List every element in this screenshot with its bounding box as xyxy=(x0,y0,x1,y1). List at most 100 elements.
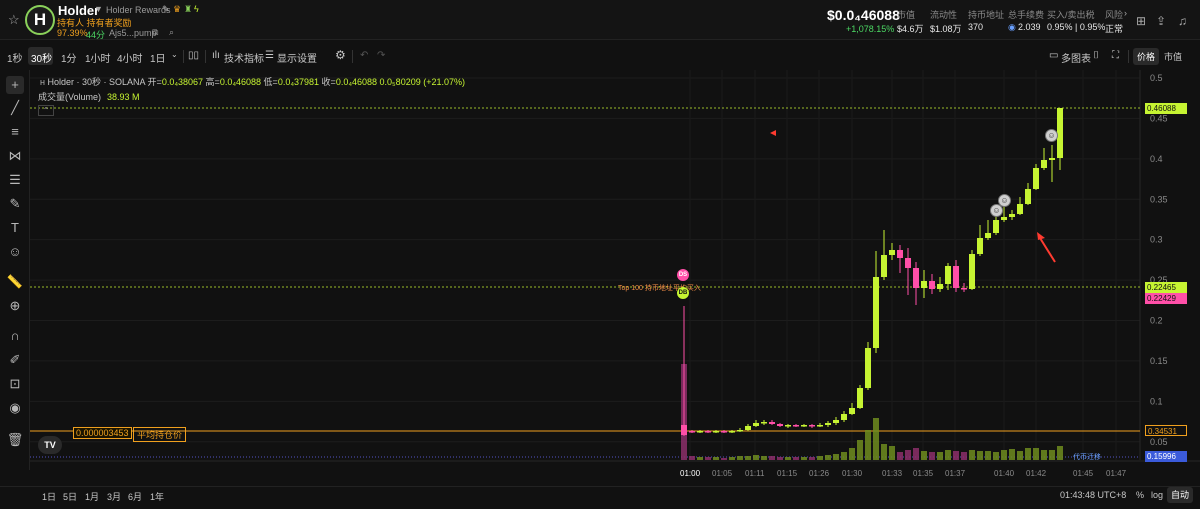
copy-icon[interactable]: ⧉ xyxy=(152,27,158,38)
current-price: $0.0₄46088 xyxy=(827,7,900,23)
collapse-legend-icon[interactable]: ⌃ xyxy=(38,105,54,116)
time-tick-label: 01:11 xyxy=(745,469,765,478)
multi-chart-icon[interactable]: ▭ xyxy=(1049,50,1058,61)
trader-avatar-icon[interactable]: ☺ xyxy=(990,204,1003,217)
auto-scale-toggle[interactable]: 自动 xyxy=(1167,487,1193,503)
lock-drawings-icon[interactable]: ✐ xyxy=(6,351,24,369)
camera-icon[interactable]: ⌷ xyxy=(1093,50,1099,61)
share-icon[interactable]: ⇪ xyxy=(1156,14,1166,28)
range-3m[interactable]: 3月 xyxy=(107,490,121,503)
volume-bar xyxy=(1017,451,1023,460)
trend-line-icon[interactable]: ╱ xyxy=(6,99,24,117)
range-6m[interactable]: 6月 xyxy=(128,490,142,503)
candle-body xyxy=(689,431,695,433)
price-chart[interactable]: 0.50.450.40.350.30.250.20.150.10.05 01:0… xyxy=(30,70,1200,485)
interval-dropdown-icon[interactable]: ⌄ xyxy=(171,50,178,59)
bell-icon[interactable]: ♫ xyxy=(1178,14,1187,28)
range-1y[interactable]: 1年 xyxy=(150,490,164,503)
price-tick-label: 0.15 xyxy=(1150,356,1168,366)
pattern-icon[interactable]: ⋈ xyxy=(6,147,24,165)
emoji-icon[interactable]: ☺ xyxy=(6,243,24,261)
time-tick-label: 01:47 xyxy=(1106,469,1127,478)
display-settings-icon[interactable]: ☰ xyxy=(265,50,274,61)
grid-icon[interactable]: ⊞ xyxy=(1136,14,1146,28)
token-age: 44分 xyxy=(86,30,106,40)
range-1m[interactable]: 1月 xyxy=(85,490,99,503)
ruler-icon[interactable]: 📏 xyxy=(6,273,24,291)
chevron-right-icon[interactable]: › xyxy=(1124,8,1127,18)
volume-bar xyxy=(873,418,879,460)
brush-icon[interactable]: ✎ xyxy=(6,195,24,213)
marker-db[interactable]: DB xyxy=(677,287,689,299)
text-icon[interactable]: T xyxy=(6,219,24,237)
mcap-tab[interactable]: 市值 xyxy=(1160,48,1186,65)
interval-4h[interactable]: 4小时 xyxy=(117,50,143,65)
price-tab[interactable]: 价格 xyxy=(1133,48,1160,65)
token-avatar: H xyxy=(25,5,55,35)
candle-body xyxy=(713,431,719,433)
interval-1d[interactable]: 1日 xyxy=(150,50,166,65)
eye-icon[interactable]: ◉ xyxy=(6,399,24,417)
candle-body xyxy=(1001,217,1007,220)
range-1d[interactable]: 1日 xyxy=(42,490,56,503)
volume-bar xyxy=(897,452,903,460)
magnet-icon[interactable]: ∩ xyxy=(6,327,24,345)
redo-icon[interactable]: ↷ xyxy=(377,50,385,61)
multi-chart-button[interactable]: 多图表 xyxy=(1061,50,1091,65)
interval-1m[interactable]: 1分 xyxy=(61,50,77,65)
candle-body xyxy=(865,348,871,388)
log-toggle[interactable]: log xyxy=(1151,490,1163,500)
avg-hold-price-label: 平均持仓价 xyxy=(133,427,187,442)
volume-value: 38.93 M xyxy=(107,92,140,102)
percent-toggle[interactable]: % xyxy=(1136,490,1144,500)
time-tick-label: 01:40 xyxy=(994,469,1015,478)
toolbar-divider xyxy=(1128,50,1129,63)
measure-lines-icon[interactable]: ☰ xyxy=(6,171,24,189)
volume-bar xyxy=(913,448,919,460)
price-tick-label: 0.1 xyxy=(1150,396,1163,406)
candle-type-icon[interactable]: ▯▯ xyxy=(188,50,199,61)
chevron-down-icon[interactable]: ▼ xyxy=(94,4,103,14)
undo-icon[interactable]: ↶ xyxy=(360,50,368,61)
fullscreen-icon[interactable]: ⛶ xyxy=(1112,50,1119,61)
volume-bar xyxy=(761,456,767,460)
volume-bar xyxy=(801,457,807,460)
open-label: 开= xyxy=(147,77,162,87)
interval-30s[interactable]: 30秒 xyxy=(31,50,52,65)
utc-time[interactable]: 01:43:48 UTC+8 xyxy=(1060,490,1126,500)
volume-bar xyxy=(697,457,703,460)
zoom-in-icon[interactable]: ⊕ xyxy=(6,297,24,315)
volume-bar xyxy=(1033,448,1039,460)
candle-body xyxy=(857,388,863,408)
volume-bar xyxy=(817,456,823,460)
lock-icon[interactable]: ⊡ xyxy=(6,375,24,393)
candle-body xyxy=(961,288,967,290)
indicators-icon[interactable]: ılı xyxy=(212,50,220,61)
interval-1h[interactable]: 1小时 xyxy=(85,50,111,65)
favorite-star-icon[interactable]: ☆ xyxy=(8,12,20,28)
contract-address[interactable]: Ajs5...pump xyxy=(109,28,157,38)
bottom-bar: 1日 5日 1月 3月 6月 1年 01:43:48 UTC+8 % log 自… xyxy=(0,486,1200,509)
stat-risk-label: 风险 xyxy=(1105,10,1124,20)
trash-icon[interactable]: 🗑 xyxy=(6,431,24,449)
indicators-button[interactable]: 技术指标 xyxy=(224,50,264,65)
stat-tax-value: 0.95% | 0.95% xyxy=(1047,22,1106,32)
display-settings-button[interactable]: 显示设置 xyxy=(277,50,317,65)
migration-label: 代币迁移 xyxy=(1073,454,1101,461)
interval-1s[interactable]: 1秒 xyxy=(7,50,23,65)
candle-body xyxy=(953,266,959,288)
trader-avatar-icon[interactable]: ☺ xyxy=(1045,129,1058,142)
toolbar-divider xyxy=(183,50,184,63)
range-5d[interactable]: 5日 xyxy=(63,490,77,503)
settings-gear-icon[interactable]: ⚙ xyxy=(335,48,346,62)
volume-bar xyxy=(1001,450,1007,460)
marker-ds[interactable]: DS xyxy=(677,269,689,281)
crosshair-icon[interactable]: + xyxy=(6,76,24,94)
volume-bar xyxy=(977,451,983,460)
edit-icon[interactable]: ✎ xyxy=(162,4,170,15)
fib-icon[interactable]: ≡ xyxy=(6,123,24,141)
volume-bar xyxy=(921,451,927,460)
search-icon[interactable]: ⌕ xyxy=(169,27,174,38)
tradingview-logo[interactable]: TV xyxy=(38,436,62,454)
volume-bar xyxy=(753,455,759,460)
